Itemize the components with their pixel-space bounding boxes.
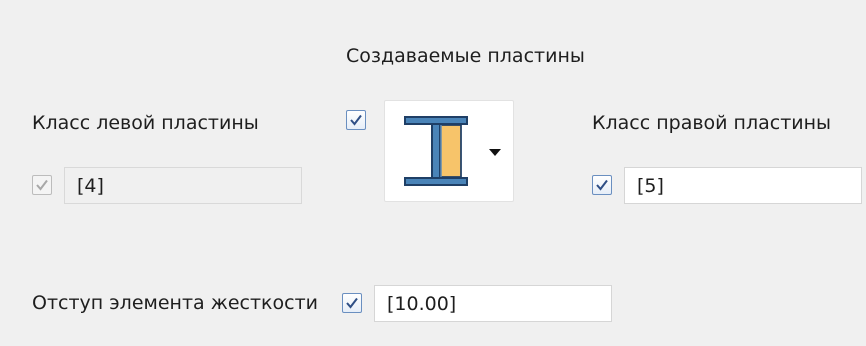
right-plate-class-checkbox[interactable] bbox=[592, 175, 612, 195]
check-icon bbox=[346, 297, 358, 309]
check-icon bbox=[350, 114, 362, 126]
chevron-down-icon bbox=[489, 149, 501, 156]
right-plate-class-label: Класс правой пластины bbox=[592, 112, 832, 134]
stiffener-offset-checkbox[interactable] bbox=[342, 293, 362, 313]
left-plate-class-label: Класс левой пластины bbox=[32, 112, 259, 134]
left-plate-class-input[interactable] bbox=[64, 167, 302, 204]
stiffener-offset-input[interactable] bbox=[374, 285, 612, 322]
created-plates-checkbox[interactable] bbox=[346, 110, 366, 130]
created-plates-title: Создаваемые пластины bbox=[346, 45, 585, 67]
left-plate-class-checkbox[interactable] bbox=[32, 175, 52, 195]
check-icon bbox=[596, 179, 608, 191]
plate-settings-panel: Создаваемые пластины Класс левой пластин… bbox=[0, 0, 866, 346]
check-icon bbox=[36, 179, 48, 191]
plate-profile-dropdown[interactable] bbox=[384, 100, 514, 202]
right-plate-class-input[interactable] bbox=[624, 167, 862, 204]
stiffener-offset-label: Отступ элемента жесткости bbox=[32, 292, 318, 314]
i-beam-plates-icon bbox=[404, 116, 468, 186]
